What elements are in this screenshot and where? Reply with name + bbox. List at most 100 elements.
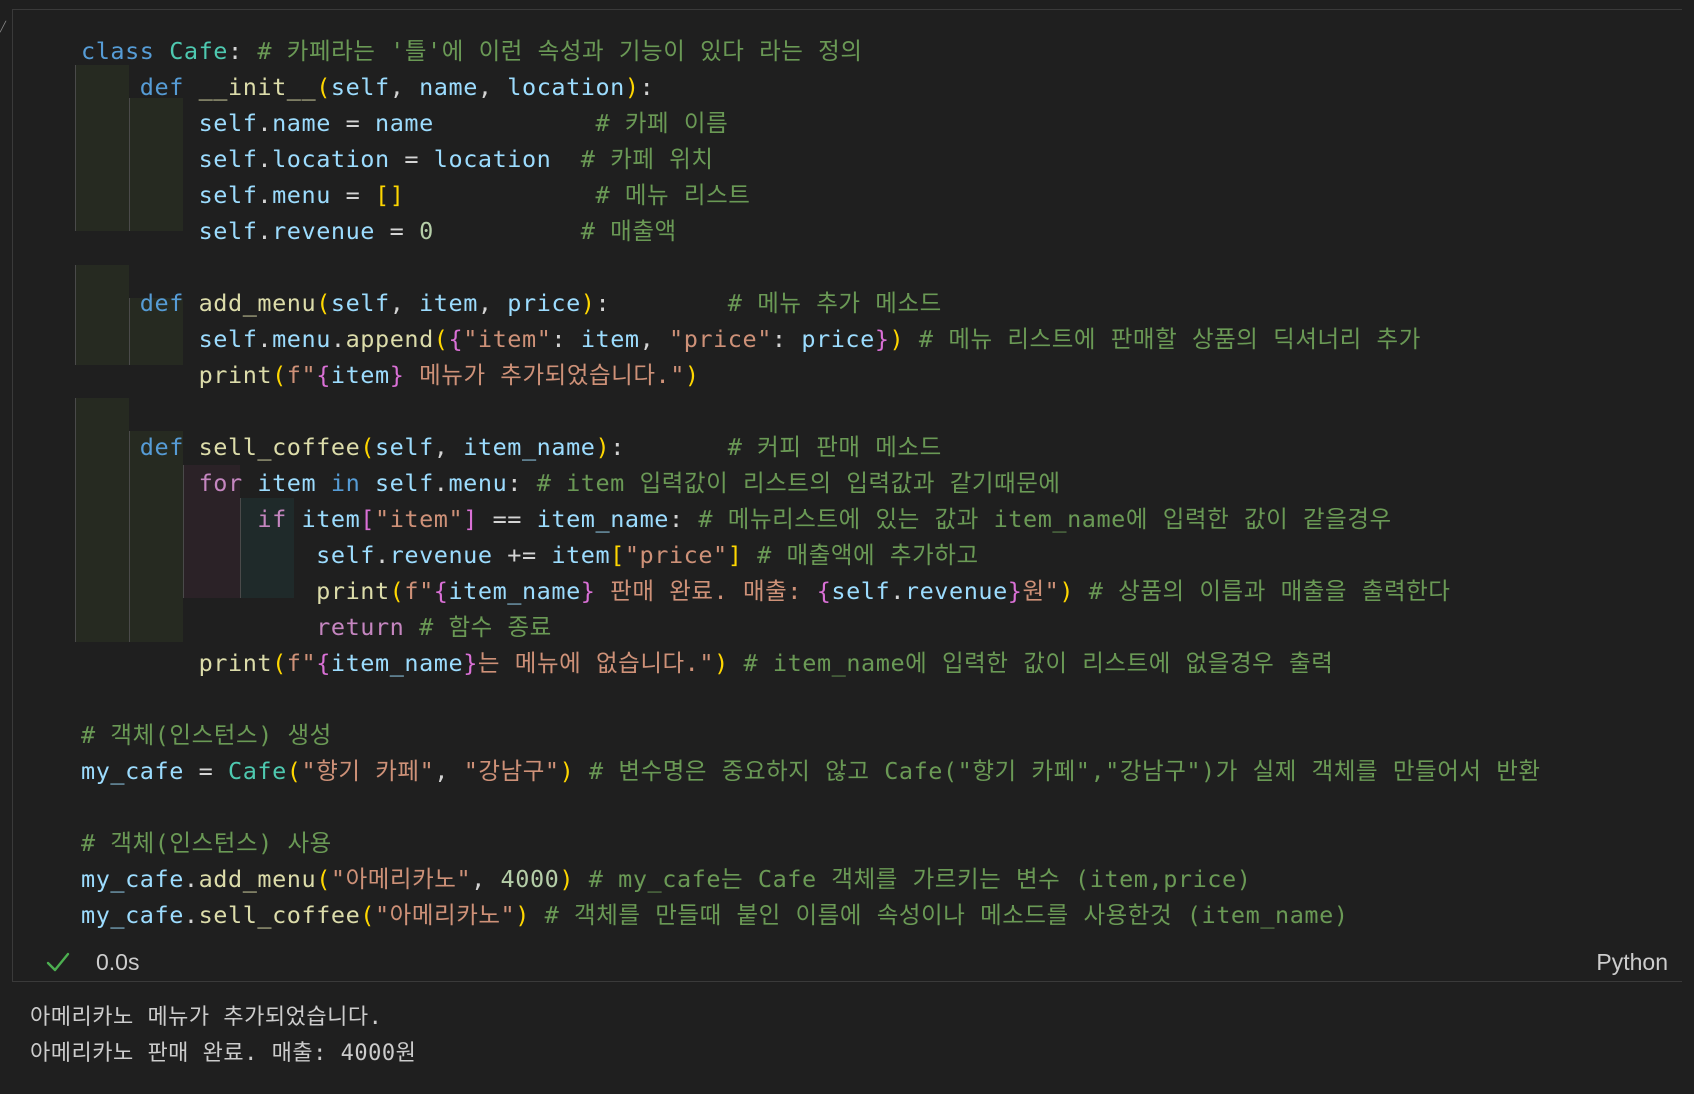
code-token: item <box>551 541 611 569</box>
code-token: self <box>198 325 258 353</box>
code-token: f" <box>286 361 317 389</box>
code-token: : <box>669 505 699 533</box>
code-line[interactable]: class Cafe: # 카페라는 '틀'에 이런 속성과 기능이 있다 라는… <box>81 33 1541 69</box>
code-token: # 상품의 이름과 매출을 출력한다 <box>1088 577 1451 605</box>
code-token: menu <box>272 181 331 209</box>
code-token: revenue <box>389 541 493 569</box>
code-line[interactable]: def __init__(self, name, location): <box>81 69 1541 105</box>
code-token: my_cafe <box>81 865 184 893</box>
code-line[interactable]: print(f"{item_name} 판매 완료. 매출: {self.rev… <box>81 573 1541 609</box>
code-token: ( <box>316 289 331 317</box>
code-token: sell_coffee <box>198 433 361 461</box>
code-token: : <box>228 37 258 65</box>
code-token: def <box>139 73 199 101</box>
code-token: # item 입력값이 리스트의 입력값과 같기때문에 <box>536 469 1061 497</box>
code-token: } <box>580 577 596 605</box>
code-token: ( <box>360 901 375 929</box>
code-line[interactable] <box>81 249 1541 285</box>
code-line[interactable]: self.menu.append({"item": item, "price":… <box>81 321 1541 357</box>
code-token: : <box>771 325 802 353</box>
code-token: = <box>389 145 434 173</box>
code-token: { <box>316 361 331 389</box>
code-token: def <box>139 289 199 317</box>
cell-status-bar: 0.0s Python <box>12 946 1682 982</box>
code-line[interactable]: self.name = name # 카페 이름 <box>81 105 1541 141</box>
code-line[interactable]: # 객체(인스턴스) 사용 <box>81 825 1541 861</box>
code-token: f" <box>286 649 317 677</box>
code-line[interactable]: my_cafe.sell_coffee("아메리카노") # 객체를 만들때 붙… <box>81 897 1541 933</box>
code-line[interactable]: self.revenue += item["price"] # 매출액에 추가하… <box>81 537 1541 573</box>
code-token: item_name <box>463 433 596 461</box>
code-token: f" <box>404 577 434 605</box>
code-line[interactable]: if item["item"] == item_name: # 메뉴리스트에 있… <box>81 501 1541 537</box>
code-token: return <box>316 613 420 641</box>
code-token: } <box>389 361 405 389</box>
code-line[interactable]: my_cafe.add_menu("아메리카노", 4000) # my_caf… <box>81 861 1541 897</box>
code-token: # 카페라는 '틀'에 이런 속성과 기능이 있다 라는 정의 <box>257 37 863 65</box>
code-token: ) <box>624 73 640 101</box>
code-editor[interactable]: class Cafe: # 카페라는 '틀'에 이런 속성과 기능이 있다 라는… <box>81 33 1541 933</box>
code-token: # 메뉴 리스트에 판매할 상품의 딕셔너리 추가 <box>918 325 1421 353</box>
code-token: location <box>272 145 390 173</box>
code-line[interactable]: self.revenue = 0 # 매출액 <box>81 213 1541 249</box>
code-token: self <box>374 433 434 461</box>
code-line[interactable]: print(f"{item} 메뉴가 추가되었습니다.") <box>81 357 1541 393</box>
code-line[interactable]: return # 함수 종료 <box>81 609 1541 645</box>
code-line[interactable]: # 객체(인스턴스) 생성 <box>81 717 1541 753</box>
code-token: # 함수 종료 <box>419 613 552 641</box>
code-token: ( <box>433 325 449 353</box>
code-token: add_menu <box>198 289 317 317</box>
code-token: # 메뉴 리스트 <box>595 181 751 209</box>
code-token: ( <box>272 649 287 677</box>
code-token: self <box>198 181 258 209</box>
checkmark-icon <box>46 952 70 972</box>
code-line[interactable]: self.menu = [] # 메뉴 리스트 <box>81 177 1541 213</box>
code-token: [ <box>360 505 375 533</box>
code-line[interactable]: print(f"{item_name}는 메뉴에 없습니다.") # item_… <box>81 645 1541 681</box>
notebook-code-cell[interactable]: class Cafe: # 카페라는 '틀'에 이런 속성과 기능이 있다 라는… <box>12 9 1682 982</box>
code-line[interactable]: def sell_coffee(self, item_name): # 커피 판… <box>81 429 1541 465</box>
code-token: ( <box>286 757 302 785</box>
code-token: { <box>316 649 331 677</box>
code-token: my_cafe <box>81 757 184 785</box>
code-token: menu <box>272 325 331 353</box>
code-line[interactable]: self.location = location # 카페 위치 <box>81 141 1541 177</box>
code-token: . <box>183 865 199 893</box>
code-token: "강남구" <box>463 757 560 785</box>
cell-language-label[interactable]: Python <box>1596 949 1668 976</box>
execution-time: 0.0s <box>96 949 140 975</box>
code-token: ] <box>727 541 743 569</box>
code-token: = <box>330 109 375 137</box>
code-token: ( <box>360 433 375 461</box>
code-token: item_name <box>448 577 581 605</box>
code-line[interactable] <box>81 393 1541 429</box>
corner-mark: ╱ <box>0 22 7 33</box>
code-token: ( <box>389 577 405 605</box>
code-line[interactable]: def add_menu(self, item, price): # 메뉴 추가… <box>81 285 1541 321</box>
code-line[interactable] <box>81 681 1541 717</box>
code-token: . <box>890 577 905 605</box>
code-token: name <box>375 109 434 137</box>
code-token: def <box>139 433 199 461</box>
code-line[interactable]: for item in self.menu: # item 입력값이 리스트의 … <box>81 465 1541 501</box>
code-token: ) <box>580 289 596 317</box>
code-token: # 카페 위치 <box>580 145 714 173</box>
code-token: self <box>198 109 258 137</box>
code-line[interactable] <box>81 789 1541 825</box>
code-token: = <box>374 217 420 245</box>
code-token: ] <box>463 505 478 533</box>
code-line[interactable]: my_cafe = Cafe("향기 카페", "강남구") # 변수명은 중요… <box>81 753 1541 789</box>
code-token: ) <box>714 649 729 677</box>
code-token: "아메리카노" <box>374 901 516 929</box>
code-token: [ <box>610 541 625 569</box>
code-token: { <box>816 577 832 605</box>
